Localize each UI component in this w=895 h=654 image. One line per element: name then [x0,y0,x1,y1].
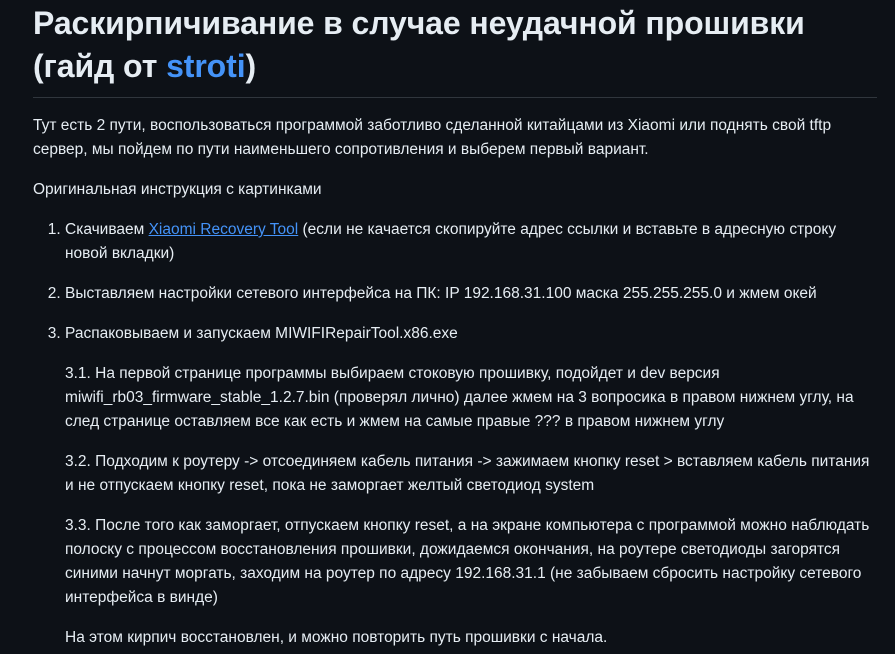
title-text: Раскирпичивание в случае неудачной проши… [33,5,805,84]
steps-list: Скачиваем Xiaomi Recovery Tool (если не … [33,218,877,650]
step-1-prefix: Скачиваем [65,221,149,238]
step-2: Выставляем настройки сетевого интерфейса… [65,282,877,306]
recovery-tool-link[interactable]: Xiaomi Recovery Tool [149,221,299,238]
intro-paragraph: Тут есть 2 пути, воспользоваться програм… [33,117,832,158]
step-3-1: 3.1. На первой странице программы выбира… [65,365,854,430]
step-1: Скачиваем Xiaomi Recovery Tool (если не … [65,218,877,266]
author-link[interactable]: stroti [166,48,246,84]
original-instruction-text: Оригинальная инструкция с картинками [33,181,322,198]
title-suffix: ) [245,48,257,84]
step-3: Распаковываем и запускаем MIWIFIRepairTo… [65,322,877,650]
step-3-2: 3.2. Подходим к роутеру -> отсоединяем к… [65,453,870,494]
article: Раскирпичивание в случае неудачной проши… [0,0,895,650]
page-title: Раскирпичивание в случае неудачной проши… [33,0,877,98]
step-3-text: Распаковываем и запускаем MIWIFIRepairTo… [65,325,458,342]
step-3-conclusion: На этом кирпич восстановлен, и можно пов… [65,629,608,646]
step-3-3: 3.3. После того как заморгает, отпускаем… [65,517,870,606]
